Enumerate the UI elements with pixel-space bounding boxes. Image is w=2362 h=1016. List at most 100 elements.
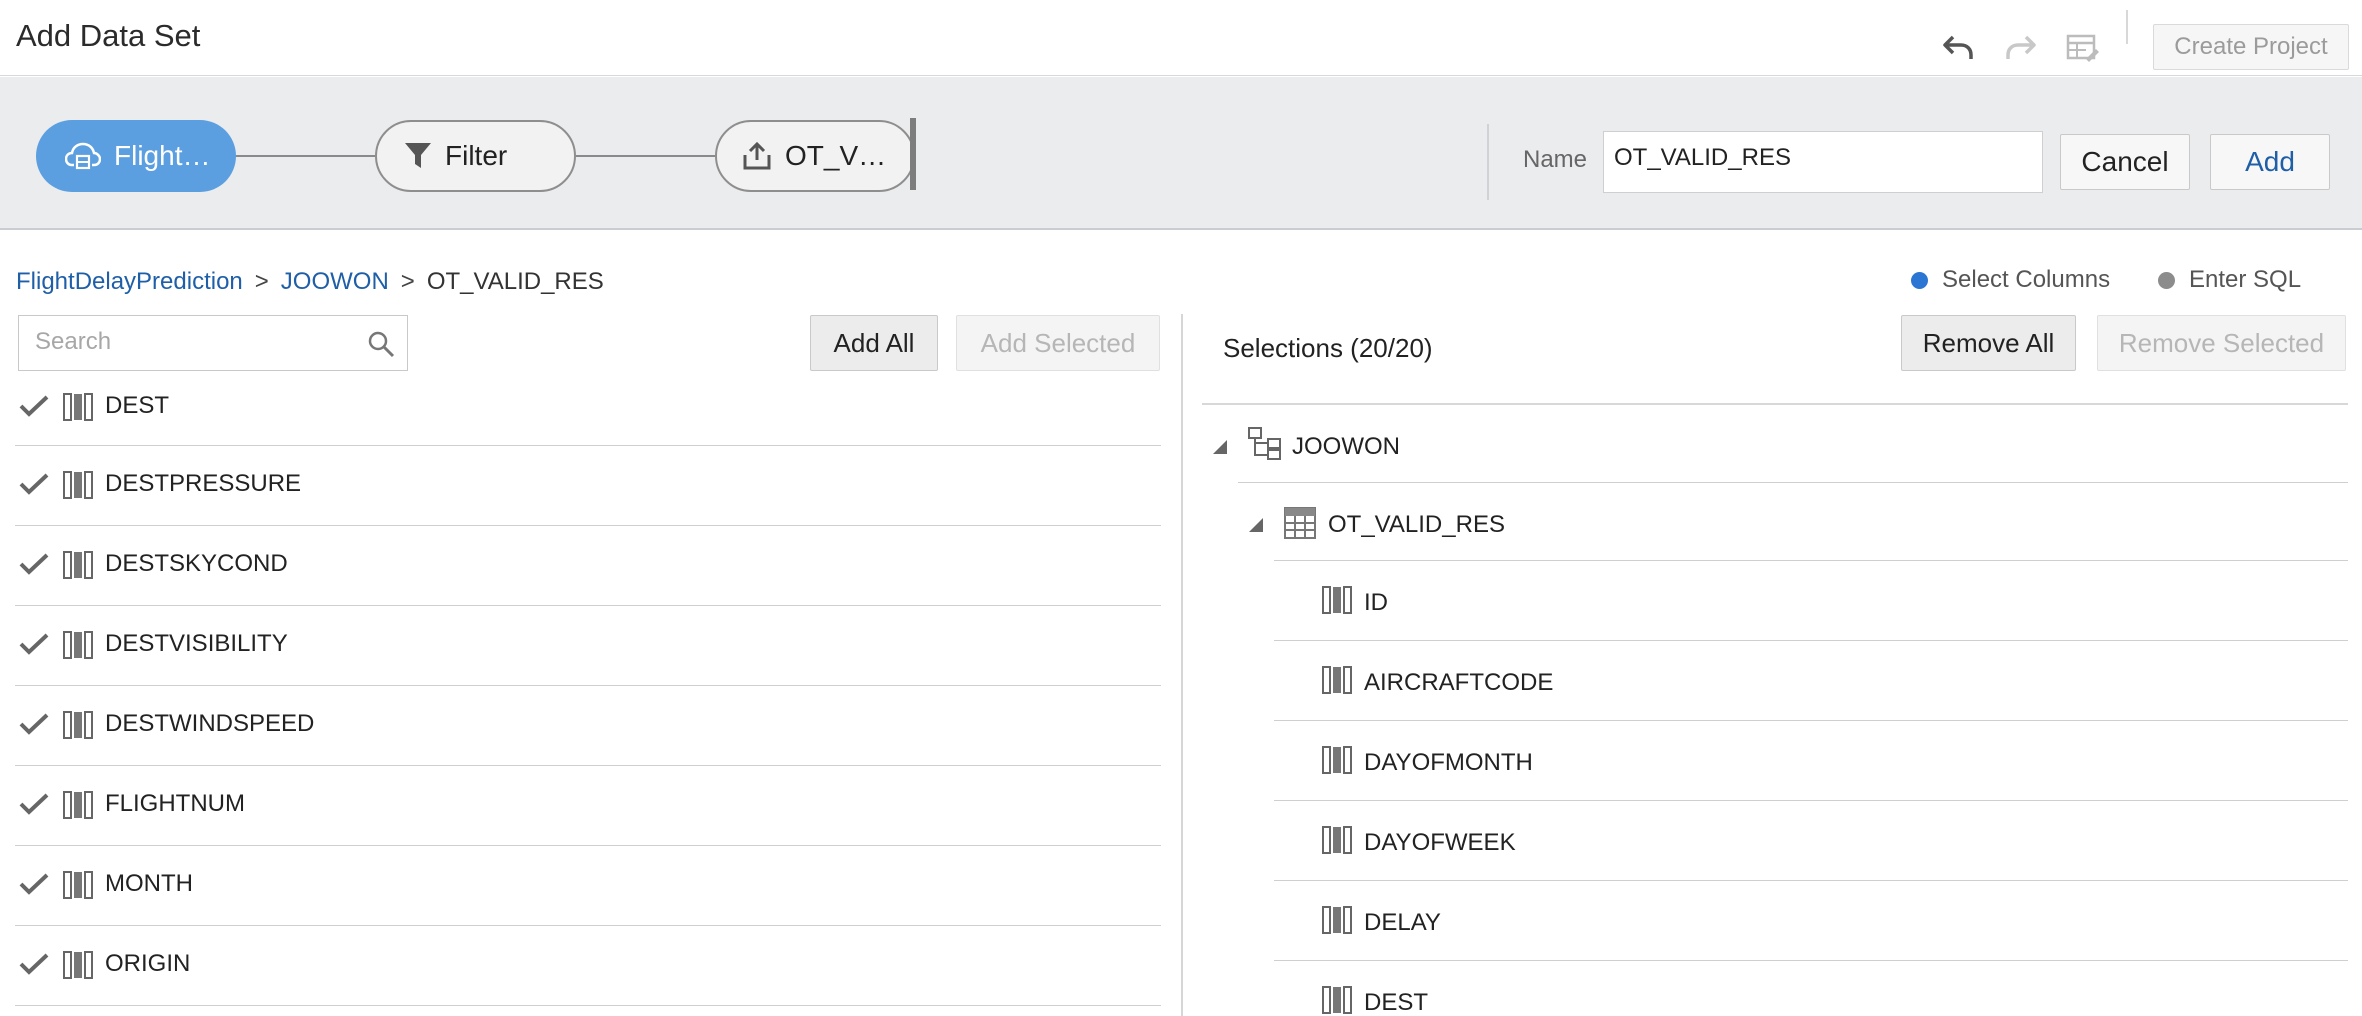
add-button[interactable]: Add [2210,134,2330,190]
column-icon [63,630,93,665]
list-item[interactable]: DESTPRESSURE [15,446,1161,526]
available-columns-list: DEST DESTPRESSURE DESTSKYCOND DESTVISIBI… [15,380,1161,1006]
checkmark-icon [19,632,49,661]
column-icon [63,950,93,985]
list-item[interactable]: DEST [15,380,1161,446]
column-name: FLIGHTNUM [105,790,245,817]
flow-connector [576,155,715,157]
column-icon [1322,985,1352,1016]
tree-node-schema[interactable]: JOOWON [1213,405,2348,483]
redo-icon[interactable] [2003,30,2039,66]
column-name: DESTWINDSPEED [105,710,315,737]
checkmark-icon [19,394,49,423]
flowbar-separator [1487,124,1489,200]
column-name: DEST [1364,989,1429,1016]
column-icon [63,710,93,745]
column-icon [63,392,93,427]
flow-node-output[interactable]: OT_V… [715,120,915,192]
schema-name: JOOWON [1292,433,1400,460]
enter-sql-radio[interactable]: Enter SQL [2158,266,2301,294]
tree-node-column[interactable]: DAYOFMONTH [1274,721,2348,801]
column-name: DESTVISIBILITY [105,630,288,657]
column-name: DELAY [1364,909,1441,936]
column-icon [63,790,93,825]
column-name: MONTH [105,870,193,897]
enter-sql-label: Enter SQL [2189,266,2302,293]
search-icon[interactable] [367,330,395,363]
add-selected-button[interactable]: Add Selected [956,315,1160,371]
column-name: DEST [105,392,170,419]
list-item[interactable]: DESTVISIBILITY [15,606,1161,686]
flow-node-label: Filter [445,140,508,171]
create-project-button[interactable]: Create Project [2153,24,2349,70]
tree-node-column[interactable]: DELAY [1274,881,2348,961]
flow-node-filter[interactable]: Filter [375,120,576,192]
select-columns-label: Select Columns [1942,266,2111,293]
checkmark-icon [19,872,49,901]
name-label: Name [1523,146,1588,173]
header-separator [2126,10,2128,44]
tree-node-table[interactable]: OT_VALID_RES [1249,483,2348,561]
column-name: DESTSKYCOND [105,550,288,577]
flow-node-label: Flight… [114,140,211,171]
table-edit-icon[interactable] [2065,30,2101,66]
column-icon [1322,825,1352,860]
breadcrumb-separator: > [400,268,415,295]
flow-node-label: OT_V… [785,140,887,171]
column-name: ID [1364,589,1388,616]
undo-icon[interactable] [1940,30,1976,66]
column-icon [1322,905,1352,940]
checkmark-icon [19,472,49,501]
column-icon [63,870,93,905]
column-name: DESTPRESSURE [105,470,302,497]
cancel-button[interactable]: Cancel [2060,134,2190,190]
export-icon [741,139,773,173]
tree-node-column[interactable]: DEST [1274,961,2348,1016]
tree-node-column[interactable]: AIRCRAFTCODE [1274,641,2348,721]
dataset-name-input[interactable]: OT_VALID_RES [1603,131,2043,193]
checkmark-icon [19,952,49,981]
selections-count: Selections (20/20) [1223,333,1433,363]
radio-unselected-icon [2158,271,2175,289]
breadcrumb-schema-link[interactable]: JOOWON [281,268,389,296]
column-icon [63,470,93,505]
list-item[interactable]: DESTWINDSPEED [15,686,1161,766]
column-name: ORIGIN [105,950,191,977]
list-item[interactable]: MONTH [15,846,1161,926]
flow-node-source[interactable]: Flight… [36,120,236,192]
schema-icon [1248,427,1282,466]
list-item[interactable]: ORIGIN [15,926,1161,1006]
column-search-box[interactable] [18,315,408,371]
flow-connector [236,155,375,157]
page-title: Add Data Set [16,18,201,53]
add-all-button[interactable]: Add All [810,315,938,371]
column-icon [63,550,93,585]
checkmark-icon [19,712,49,741]
filter-icon [403,139,433,173]
remove-selected-button[interactable]: Remove Selected [2097,315,2346,371]
column-icon [1322,585,1352,620]
column-name: AIRCRAFTCODE [1364,669,1554,696]
breadcrumb: FlightDelayPrediction > JOOWON > OT_VALI… [16,268,604,296]
list-item[interactable]: FLIGHTNUM [15,766,1161,846]
breadcrumb-separator: > [254,268,269,295]
column-icon [1322,745,1352,780]
panel-divider[interactable] [1181,314,1183,1016]
search-input[interactable] [19,316,339,368]
collapse-triangle-icon[interactable] [1212,439,1228,460]
tree-node-column[interactable]: ID [1274,561,2348,641]
table-name: OT_VALID_RES [1328,511,1505,538]
tree-node-column[interactable]: DAYOFWEEK [1274,801,2348,881]
header-bar: Add Data Set Create Project [0,0,2362,76]
column-name: DAYOFMONTH [1364,749,1533,776]
table-icon [1284,507,1316,544]
list-item[interactable]: DESTSKYCOND [15,526,1161,606]
cloud-source-icon [64,139,102,173]
column-icon [1322,665,1352,700]
select-columns-radio[interactable]: Select Columns [1911,266,2110,294]
collapse-triangle-icon[interactable] [1248,517,1264,538]
breadcrumb-connection-link[interactable]: FlightDelayPrediction [16,268,243,296]
column-name: DAYOFWEEK [1364,829,1516,856]
checkmark-icon [19,792,49,821]
remove-all-button[interactable]: Remove All [1901,315,2076,371]
